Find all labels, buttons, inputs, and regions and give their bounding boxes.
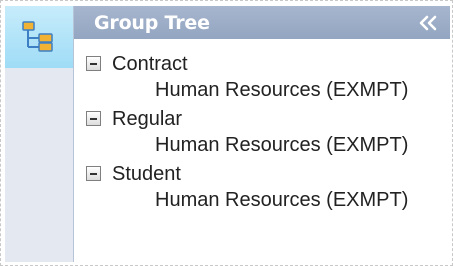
group-tree: Contract Human Resources (EXMPT) Regular… [86,51,446,216]
tree-group-label[interactable]: Regular [112,107,182,131]
tree-item[interactable]: Human Resources (EXMPT) [86,78,446,106]
tree-hierarchy-icon [22,21,53,52]
tree-group-label[interactable]: Contract [112,52,188,76]
tree-item-label[interactable]: Human Resources (EXMPT) [155,188,408,212]
tree-group-student[interactable]: Student [86,161,446,188]
tree-item[interactable]: Human Resources (EXMPT) [86,188,446,216]
collapse-toggle-icon[interactable] [86,111,101,126]
tree-item-label[interactable]: Human Resources (EXMPT) [155,133,408,157]
collapse-panel-button[interactable] [418,13,438,33]
collapse-toggle-icon[interactable] [86,56,101,71]
left-sidebar [5,6,74,262]
tree-item-label[interactable]: Human Resources (EXMPT) [155,78,408,102]
panel-title: Group Tree [94,12,210,34]
group-tree-tab[interactable] [5,6,73,68]
tree-group-label[interactable]: Student [112,162,181,186]
double-chevron-left-icon [419,15,437,31]
tree-group-regular[interactable]: Regular [86,106,446,133]
tree-item[interactable]: Human Resources (EXMPT) [86,133,446,161]
panel-header: Group Tree [74,6,450,39]
collapse-toggle-icon[interactable] [86,166,101,181]
group-tree-panel: Group Tree Contract Human Resources (EXM… [74,6,450,262]
tree-group-contract[interactable]: Contract [86,51,446,78]
